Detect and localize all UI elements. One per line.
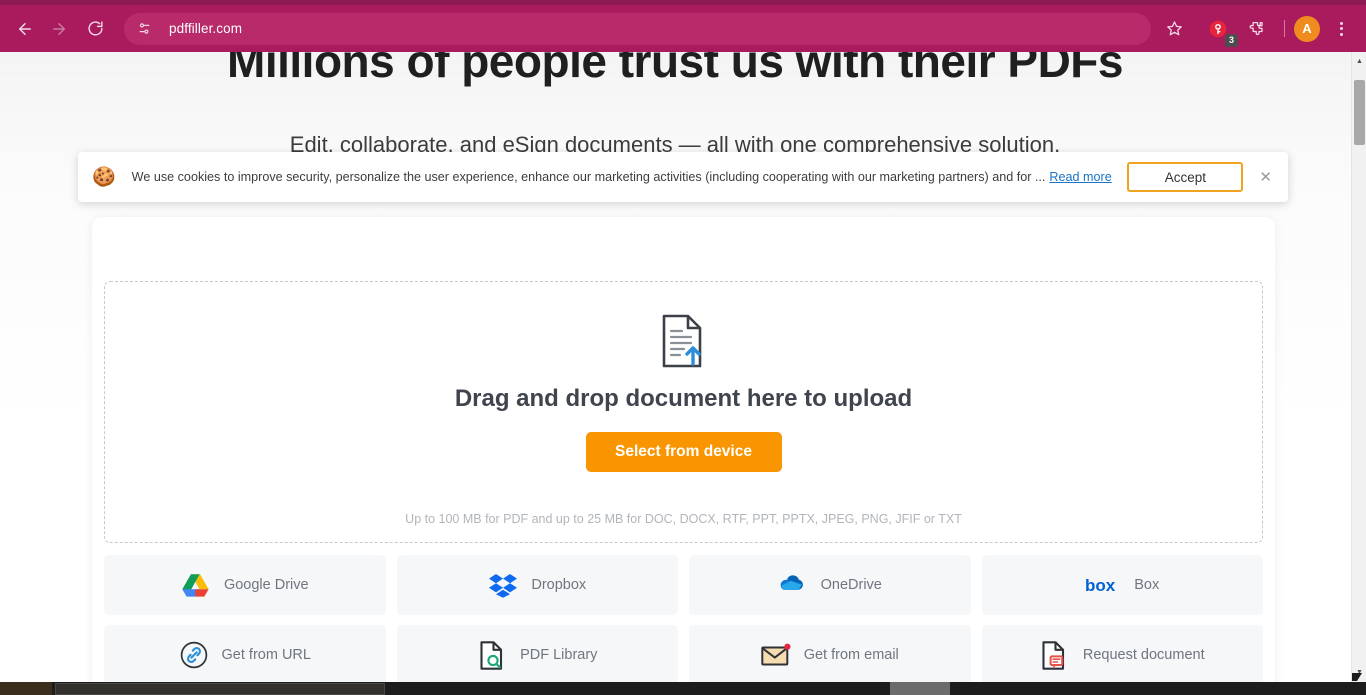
google-drive-icon	[181, 570, 211, 600]
mouse-cursor	[1352, 673, 1362, 681]
vertical-scrollbar[interactable]: ▲ ▼	[1351, 52, 1366, 682]
extensions-puzzle-icon[interactable]	[1241, 14, 1271, 44]
scroll-up-icon[interactable]: ▲	[1352, 54, 1366, 69]
source-tile-get-from-url[interactable]: Get from URL	[104, 625, 386, 682]
source-tile-get-from-email[interactable]: Get from email	[689, 625, 971, 682]
avatar-initial: A	[1302, 21, 1312, 36]
dropzone-title: Drag and drop document here to upload	[454, 385, 913, 412]
site-info-icon[interactable]	[131, 16, 157, 42]
avatar[interactable]: A	[1294, 15, 1320, 42]
taskbar-tray[interactable]	[890, 682, 950, 695]
source-tile-google-drive[interactable]: Google Drive	[104, 555, 386, 615]
cookie-icon: 🍪	[92, 167, 116, 188]
scrollbar-thumb[interactable]	[1354, 80, 1365, 145]
source-tile-label: Box	[1134, 577, 1160, 593]
page-viewport: Millions of people trust us with their P…	[0, 52, 1366, 682]
source-tile-onedrive[interactable]: OneDrive	[689, 555, 971, 615]
dropbox-icon	[488, 570, 518, 600]
taskbar-window-item[interactable]	[55, 683, 385, 695]
browser-chrome: pdffiller.com 3 A	[0, 0, 1366, 52]
source-tile-dropbox[interactable]: Dropbox	[396, 555, 678, 615]
document-search-icon	[477, 640, 507, 670]
source-tile-label: OneDrive	[820, 577, 882, 593]
password-manager-icon[interactable]: 3	[1203, 14, 1238, 47]
select-from-device-button[interactable]: Select from device	[585, 432, 782, 472]
upload-card: Drag and drop document here to upload Se…	[92, 217, 1275, 682]
taskbar-launcher[interactable]	[0, 682, 52, 695]
source-tile-box[interactable]: box Box	[981, 555, 1263, 615]
source-tile-label: Google Drive	[223, 577, 309, 593]
cookie-message: We use cookies to improve security, pers…	[131, 170, 1046, 184]
source-tile-pdf-library[interactable]: PDF Library	[396, 625, 678, 682]
close-icon[interactable]: ✕	[1259, 168, 1272, 186]
page-title: Millions of people trust us with their P…	[227, 52, 1123, 87]
source-tile-label: Get from URL	[221, 647, 311, 663]
chrome-menu-icon[interactable]	[1326, 14, 1356, 44]
os-taskbar	[0, 682, 1366, 695]
back-icon[interactable]	[10, 14, 40, 44]
source-tile-label: PDF Library	[520, 647, 598, 663]
document-request-icon	[1040, 640, 1070, 670]
dropzone-hint: Up to 100 MB for PDF and up to 25 MB for…	[405, 512, 962, 526]
source-tile-label: Get from email	[803, 647, 899, 663]
link-icon	[179, 640, 209, 670]
source-tile-label: Request document	[1082, 647, 1205, 663]
svg-text:box: box	[1085, 577, 1116, 594]
forward-icon	[44, 14, 74, 44]
document-upload-icon	[660, 314, 708, 373]
address-bar-url: pdffiller.com	[169, 21, 243, 36]
accept-cookies-button[interactable]: Accept	[1127, 162, 1244, 192]
address-bar[interactable]: pdffiller.com	[124, 12, 1151, 45]
envelope-icon	[761, 640, 791, 670]
reload-icon[interactable]	[80, 14, 110, 44]
cookie-consent-banner: 🍪 We use cookies to improve security, pe…	[78, 152, 1288, 202]
bookmark-star-icon[interactable]	[1159, 14, 1189, 44]
source-tile-request-document[interactable]: Request document	[981, 625, 1263, 682]
password-count-badge: 3	[1225, 33, 1238, 47]
read-more-link[interactable]: Read more	[1049, 170, 1111, 184]
dropzone[interactable]: Drag and drop document here to upload Se…	[104, 281, 1263, 543]
onedrive-icon	[778, 570, 808, 600]
box-icon: box	[1085, 570, 1121, 600]
source-tile-label: Dropbox	[531, 577, 587, 593]
browser-toolbar: pdffiller.com 3 A	[0, 5, 1366, 52]
toolbar-divider	[1284, 20, 1285, 37]
source-grid: Google Drive Dropbox OneDrive box Box Ge…	[104, 555, 1263, 682]
